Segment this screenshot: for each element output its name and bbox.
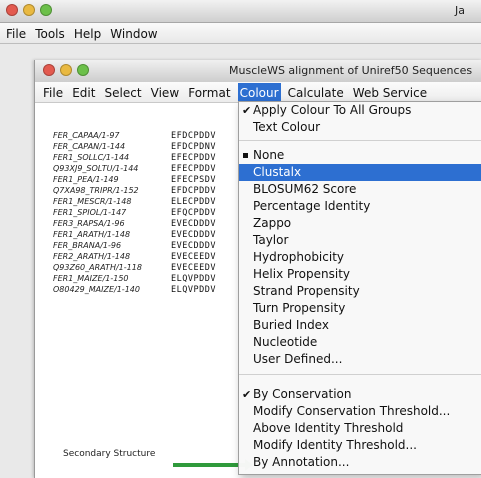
checkmark-icon: ✔ [242,104,252,117]
menu-format[interactable]: Format [186,83,232,103]
menu-item-by-annotation[interactable]: By Annotation... [239,454,481,471]
sequence-row[interactable]: FER1_SOLLC/1-144 EFECPDDV [53,152,216,163]
sequence-row[interactable]: FER1_SPIOL/1-147 EFQCPDDV [53,207,216,218]
menu-item-modify-identity-threshold[interactable]: Modify Identity Threshold... [239,437,481,454]
sequence-row[interactable]: O80429_MAIZE/1-140 ELQVPDDV [53,284,216,295]
sequence-row[interactable]: FER2_ARATH/1-148 EVECEEDV [53,251,216,262]
sequence-id[interactable]: Q93XJ9_SOLTU/1-144 [53,163,171,174]
sequence-id[interactable]: FER1_MAIZE/1-150 [53,273,171,284]
sequence-id[interactable]: FER_BRANA/1-96 [53,240,171,251]
menu-file[interactable]: File [35,83,65,103]
sequence-row[interactable]: Q93XJ9_SOLTU/1-144 EFECPDDV [53,163,216,174]
sequence-row[interactable]: Q93Z60_ARATH/1-118 EVECEEDV [53,262,216,273]
menu-item-colour-nucleotide[interactable]: Nucleotide [239,334,481,351]
minimize-alignment-button[interactable] [60,64,72,76]
menu-item-colour-percentage-identity[interactable]: Percentage Identity [239,198,481,215]
menu-view[interactable]: View [149,83,181,103]
menu-item-colour-buried-index[interactable]: Buried Index [239,317,481,334]
secondary-structure-strand [173,463,247,467]
menu-item-by-conservation[interactable]: ✔ By Conservation [239,386,481,403]
sequence-id[interactable]: FER1_SOLLC/1-144 [53,152,171,163]
menu-item-modify-conservation-threshold[interactable]: Modify Conservation Threshold... [239,403,481,420]
outer-menu-tools[interactable]: Tools [33,24,67,44]
menu-calculate[interactable]: Calculate [286,83,346,103]
menu-item-colour-blosum62[interactable]: BLOSUM62 Score [239,181,481,198]
menu-item-colour-taylor[interactable]: Taylor [239,232,481,249]
zoom-alignment-button[interactable] [77,64,89,76]
zoom-window-button[interactable] [40,4,52,16]
menu-edit[interactable]: Edit [70,83,97,103]
sequence-row[interactable]: FER_BRANA/1-96 EVECDDDV [53,240,216,251]
outer-window-title: Ja [455,4,465,17]
sequence-id[interactable]: O80429_MAIZE/1-140 [53,284,171,295]
menu-item-colour-clustalx[interactable]: Clustalx [239,164,481,181]
sequence-id[interactable]: FER3_RAPSA/1-96 [53,218,171,229]
menu-item-colour-helix-propensity[interactable]: Helix Propensity [239,266,481,283]
close-alignment-button[interactable] [43,64,55,76]
close-window-button[interactable] [6,4,18,16]
sequence-row[interactable]: FER1_MESCR/1-148 ELECPDDV [53,196,216,207]
radio-bullet-icon [243,153,248,158]
menu-item-colour-zappo[interactable]: Zappo [239,215,481,232]
menu-item-colour-hydrophobicity[interactable]: Hydrophobicity [239,249,481,266]
sequence-row[interactable]: FER_CAPAA/1-97 EFDCPDDV [53,130,216,141]
sequence-id[interactable]: FER1_SPIOL/1-147 [53,207,171,218]
outer-titlebar: Ja [0,0,481,23]
menu-item-text-colour[interactable]: Text Colour [239,119,481,136]
checkmark-icon: ✔ [242,388,252,401]
sequence-row[interactable]: FER3_RAPSA/1-96 EVECDDDV [53,218,216,229]
menu-select[interactable]: Select [103,83,144,103]
menu-separator [239,374,481,375]
secondary-structure-label: Secondary Structure [63,449,156,459]
menu-item-colour-none[interactable]: None [239,147,481,164]
sequence-id[interactable]: FER2_ARATH/1-148 [53,251,171,262]
sequence-id[interactable]: FER_CAPAA/1-97 [53,130,171,141]
sequence-id[interactable]: FER1_PEA/1-149 [53,174,171,185]
menu-item-colour-user-defined[interactable]: User Defined... [239,351,481,368]
sequence-id[interactable]: Q93Z60_ARATH/1-118 [53,262,171,273]
minimize-window-button[interactable] [23,4,35,16]
menu-web-service[interactable]: Web Service [351,83,429,103]
alignment-window-title: MuscleWS alignment of Uniref50 Sequences [229,64,473,77]
menu-separator [239,140,481,141]
sequence-row[interactable]: Q7XA98_TRIPR/1-152 EFDCPDDV [53,185,216,196]
menu-colour[interactable]: Colour [237,83,281,103]
menu-item-colour-turn-propensity[interactable]: Turn Propensity [239,300,481,317]
sequence-row[interactable]: FER1_ARATH/1-148 EVECDDDV [53,229,216,240]
sequence-residues: ELQVPDDV [171,285,216,295]
outer-menu-file[interactable]: File [0,24,28,44]
menu-item-above-identity-threshold[interactable]: Above Identity Threshold [239,420,481,437]
sequence-id[interactable]: Q7XA98_TRIPR/1-152 [53,185,171,196]
alignment-menubar: File Edit Select View Format Colour Calc… [35,82,481,103]
outer-menu-window[interactable]: Window [108,24,159,44]
sequence-id[interactable]: FER1_MESCR/1-148 [53,196,171,207]
outer-menu-help[interactable]: Help [72,24,103,44]
sequence-row[interactable]: FER_CAPAN/1-144 EFDCPDNV [53,141,216,152]
menu-item-apply-colour-all-groups[interactable]: ✔ Apply Colour To All Groups [239,102,481,119]
sequence-row[interactable]: FER1_PEA/1-149 EFECPSDV [53,174,216,185]
sequence-id[interactable]: FER_CAPAN/1-144 [53,141,171,152]
outer-menubar: File Tools Help Window [0,23,481,44]
sequence-row[interactable]: FER1_MAIZE/1-150 ELQVPDDV [53,273,216,284]
alignment-titlebar: MuscleWS alignment of Uniref50 Sequences [35,60,481,83]
colour-menu-dropdown: ✔ Apply Colour To All Groups Text Colour… [238,101,481,475]
sequence-id[interactable]: FER1_ARATH/1-148 [53,229,171,240]
menu-item-colour-strand-propensity[interactable]: Strand Propensity [239,283,481,300]
